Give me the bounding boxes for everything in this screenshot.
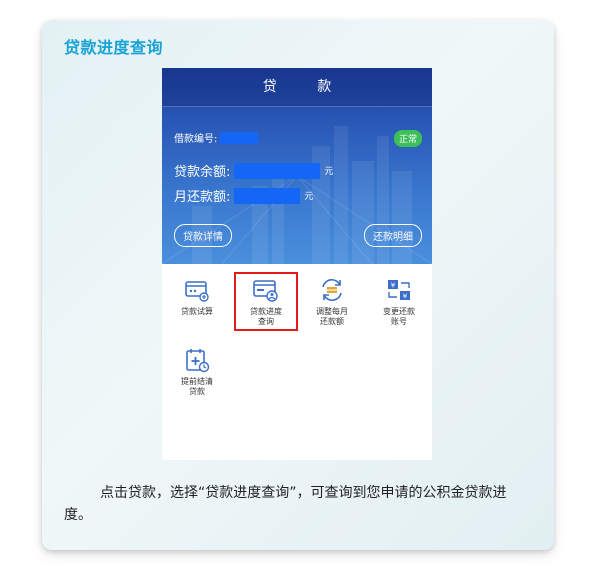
repayment-details-button[interactable]: 还款明细 [364, 224, 422, 247]
instruction-card: 贷款进度查询 贷 款 借款编号: 正常 贷款余额: 元 月还款额: 元 贷款详情… [42, 20, 554, 550]
phone-screenshot: 贷 款 借款编号: 正常 贷款余额: 元 月还款额: 元 贷款详情 还款明细 贷… [162, 68, 432, 460]
progress-query-icon [253, 280, 278, 302]
menu-item-early-settlement[interactable]: 提前结清 贷款 [167, 346, 227, 397]
svg-text:¥: ¥ [403, 293, 408, 301]
menu-item-label: 变更还款 [383, 307, 415, 316]
menu-item-label-line2: 查询 [258, 317, 274, 326]
loan-number-redacted [220, 131, 259, 144]
menu-item-label: 调整每月 [316, 307, 348, 316]
instruction-caption: 点击贷款，选择“贷款进度查询”，可查询到您申请的公积金贷款进度。 [64, 485, 507, 523]
adjust-payment-icon [322, 279, 342, 301]
balance-label: 贷款余额: [174, 165, 231, 180]
early-settlement-icon [186, 349, 210, 373]
svg-text:¥: ¥ [391, 282, 396, 290]
service-menu-grid: 贷款试算 贷款进度 查询 调整每月 还款额 ¥ ¥ 变更还款 账号 提前结清 贷… [162, 264, 432, 460]
balance-row: 贷款余额: 元 [174, 161, 333, 180]
menu-item-label-line2: 还款额 [320, 317, 344, 326]
monthly-payment-row: 月还款额: 元 [174, 186, 313, 205]
calculator-card-icon [185, 281, 209, 302]
menu-item-loan-calculator[interactable]: 贷款试算 [167, 276, 227, 317]
monthly-payment-label: 月还款额: [174, 190, 231, 205]
monthly-payment-unit: 元 [304, 192, 314, 202]
status-badge: 正常 [393, 130, 422, 147]
menu-item-label: 贷款进度 [250, 307, 282, 316]
menu-item-label: 提前结清 [181, 377, 213, 386]
loan-details-button[interactable]: 贷款详情 [174, 224, 232, 247]
loan-number-label: 借款编号: [174, 134, 218, 145]
menu-item-label: 贷款试算 [181, 307, 213, 316]
balance-unit: 元 [324, 167, 334, 177]
change-account-icon: ¥ ¥ [388, 280, 410, 301]
menu-item-adjust-monthly-payment[interactable]: 调整每月 还款额 [302, 276, 362, 327]
menu-item-label-line2: 账号 [391, 317, 407, 326]
menu-item-label-line2: 贷款 [189, 387, 205, 396]
loan-summary-panel: 贷 款 借款编号: 正常 贷款余额: 元 月还款额: 元 贷款详情 还款明细 [162, 68, 432, 264]
page-title: 贷款进度查询 [64, 38, 164, 57]
app-header-title: 贷 款 [162, 68, 432, 107]
balance-redacted [234, 162, 321, 179]
loan-number-row: 借款编号: [174, 130, 259, 145]
menu-item-change-repayment-account[interactable]: ¥ ¥ 变更还款 账号 [369, 276, 429, 327]
menu-item-loan-progress-query[interactable]: 贷款进度 查询 [236, 276, 296, 327]
monthly-payment-redacted [234, 187, 301, 204]
